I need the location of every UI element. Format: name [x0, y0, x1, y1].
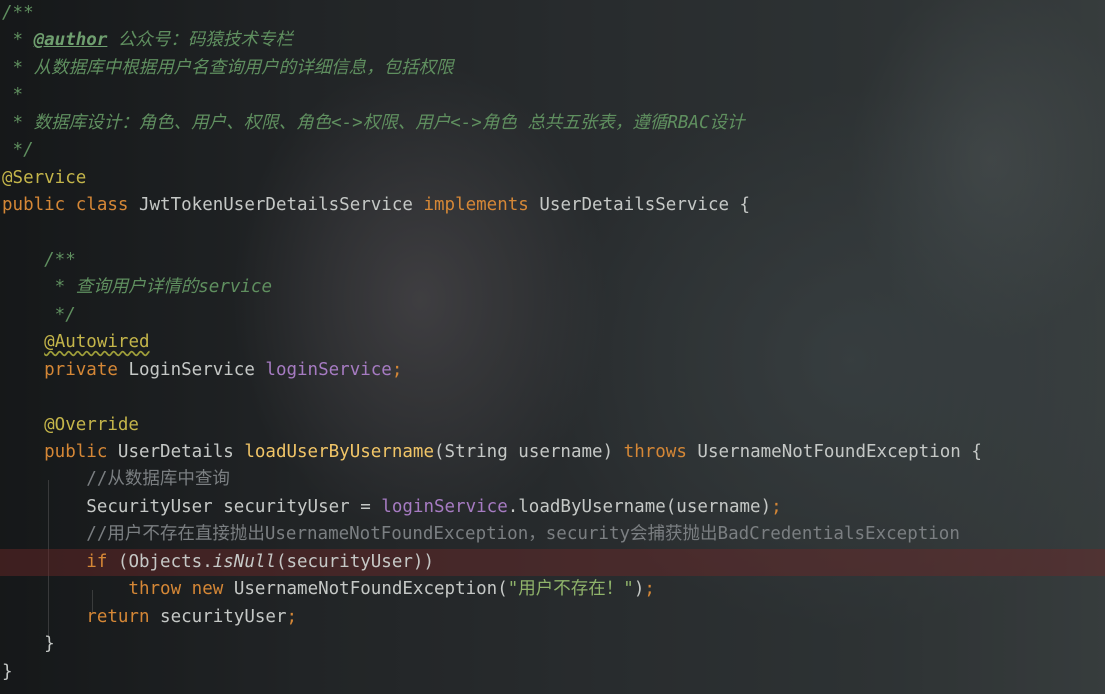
code-line[interactable]: private LoginService loginService; [0, 357, 1105, 384]
code-line[interactable] [0, 220, 1105, 247]
code-token: throw [2, 579, 192, 600]
code-token: class [75, 195, 139, 216]
code-line[interactable]: * 从数据库中根据用户名查询用户的详细信息，包括权限 [0, 55, 1105, 82]
code-line[interactable]: } [0, 659, 1105, 686]
code-line[interactable]: return securityUser; [0, 604, 1105, 631]
code-token: } [2, 661, 13, 682]
code-token: * 从数据库中根据用户名查询用户的详细信息，包括权限 [2, 57, 454, 78]
code-line[interactable]: @Service [0, 165, 1105, 192]
code-token: /** [2, 249, 76, 270]
code-token: return [2, 606, 161, 627]
code-token: @Autowired [44, 332, 150, 353]
code-token: JwtTokenUserDetailsService [138, 195, 424, 216]
code-line[interactable]: public class JwtTokenUserDetailsService … [0, 192, 1105, 219]
code-token: public [2, 195, 76, 216]
code-token: UserDetailsService { [539, 195, 751, 216]
code-token: SecurityUser securityUser = [2, 496, 382, 517]
code-line[interactable]: @Override [0, 412, 1105, 439]
code-token: */ [2, 304, 76, 325]
code-line[interactable] [0, 384, 1105, 411]
code-token: private [2, 359, 129, 380]
code-token: @Override [2, 414, 139, 435]
code-token: ; [391, 359, 403, 380]
code-editor[interactable]: /** * @author 公众号：码猿技术专栏 * 从数据库中根据用户名查询用… [0, 0, 1105, 694]
code-line[interactable]: @Autowired [0, 329, 1105, 356]
code-token: .loadByUsername(username) [507, 496, 772, 517]
code-token: ) [633, 579, 645, 600]
code-line[interactable]: //从数据库中查询 [0, 466, 1105, 493]
code-line[interactable]: throw new UsernameNotFoundException("用户不… [0, 576, 1105, 603]
code-line[interactable]: */ [0, 302, 1105, 329]
code-token: loginService [381, 496, 508, 517]
code-token: securityUser [160, 606, 287, 627]
code-line[interactable]: if (Objects.isNull(securityUser)) [0, 548, 1105, 577]
code-token: } [2, 634, 55, 655]
code-token: */ [2, 140, 34, 161]
code-token: implements [423, 195, 540, 216]
code-line[interactable]: /** [0, 0, 1105, 27]
code-line[interactable]: */ [0, 137, 1105, 164]
code-token: * [2, 85, 24, 106]
code-token: @author [33, 30, 108, 51]
code-token: public [2, 442, 118, 462]
code-line[interactable]: //用户不存在直接抛出UsernameNotFoundException，sec… [0, 521, 1105, 548]
code-token: * 数据库设计：角色、用户、权限、角色<->权限、用户<->角色 总共五张表，遵… [2, 112, 745, 133]
code-token: //用户不存在直接抛出UsernameNotFoundException，sec… [2, 524, 960, 545]
code-line[interactable]: * 数据库设计：角色、用户、权限、角色<->权限、用户<->角色 总共五张表，遵… [0, 110, 1105, 137]
code-token: (Objects. [117, 551, 213, 572]
code-token: UsernameNotFoundException { [697, 442, 982, 462]
code-token: loadUserByUsername [244, 442, 434, 462]
code-token: throws [623, 442, 698, 462]
code-token: * [2, 30, 34, 51]
code-token: isNull [212, 551, 276, 572]
code-token: LoginService [128, 359, 266, 380]
code-token: ; [286, 606, 298, 627]
code-token: "用户不存在！" [507, 579, 634, 600]
code-token: /** [2, 3, 34, 23]
code-line[interactable]: * 查询用户详情的service [0, 274, 1105, 301]
code-token: ; [644, 579, 655, 600]
code-line[interactable]: * [0, 82, 1105, 109]
code-token: @Service [2, 167, 87, 188]
code-token: UserDetails [117, 442, 245, 462]
code-line[interactable]: /** [0, 247, 1105, 274]
code-line[interactable]: SecurityUser securityUser = loginService… [0, 494, 1105, 521]
code-line[interactable]: * @author 公众号：码猿技术专栏 [0, 27, 1105, 54]
code-token: 公众号：码猿技术专栏 [107, 30, 293, 51]
code-token: new [191, 579, 234, 600]
code-token: * 查询用户详情的service [2, 277, 273, 298]
code-line[interactable]: public UserDetails loadUserByUsername(St… [0, 439, 1105, 466]
code-line[interactable]: } [0, 631, 1105, 658]
code-token: //从数据库中查询 [2, 469, 230, 490]
code-token: (String username) [434, 442, 624, 462]
code-token: (securityUser)) [275, 551, 434, 572]
code-area[interactable]: /** * @author 公众号：码猿技术专栏 * 从数据库中根据用户名查询用… [0, 0, 1105, 686]
code-token: UsernameNotFoundException( [233, 579, 508, 600]
code-token: loginService [265, 359, 392, 380]
code-token: if [2, 551, 118, 572]
code-token: ; [771, 496, 782, 517]
